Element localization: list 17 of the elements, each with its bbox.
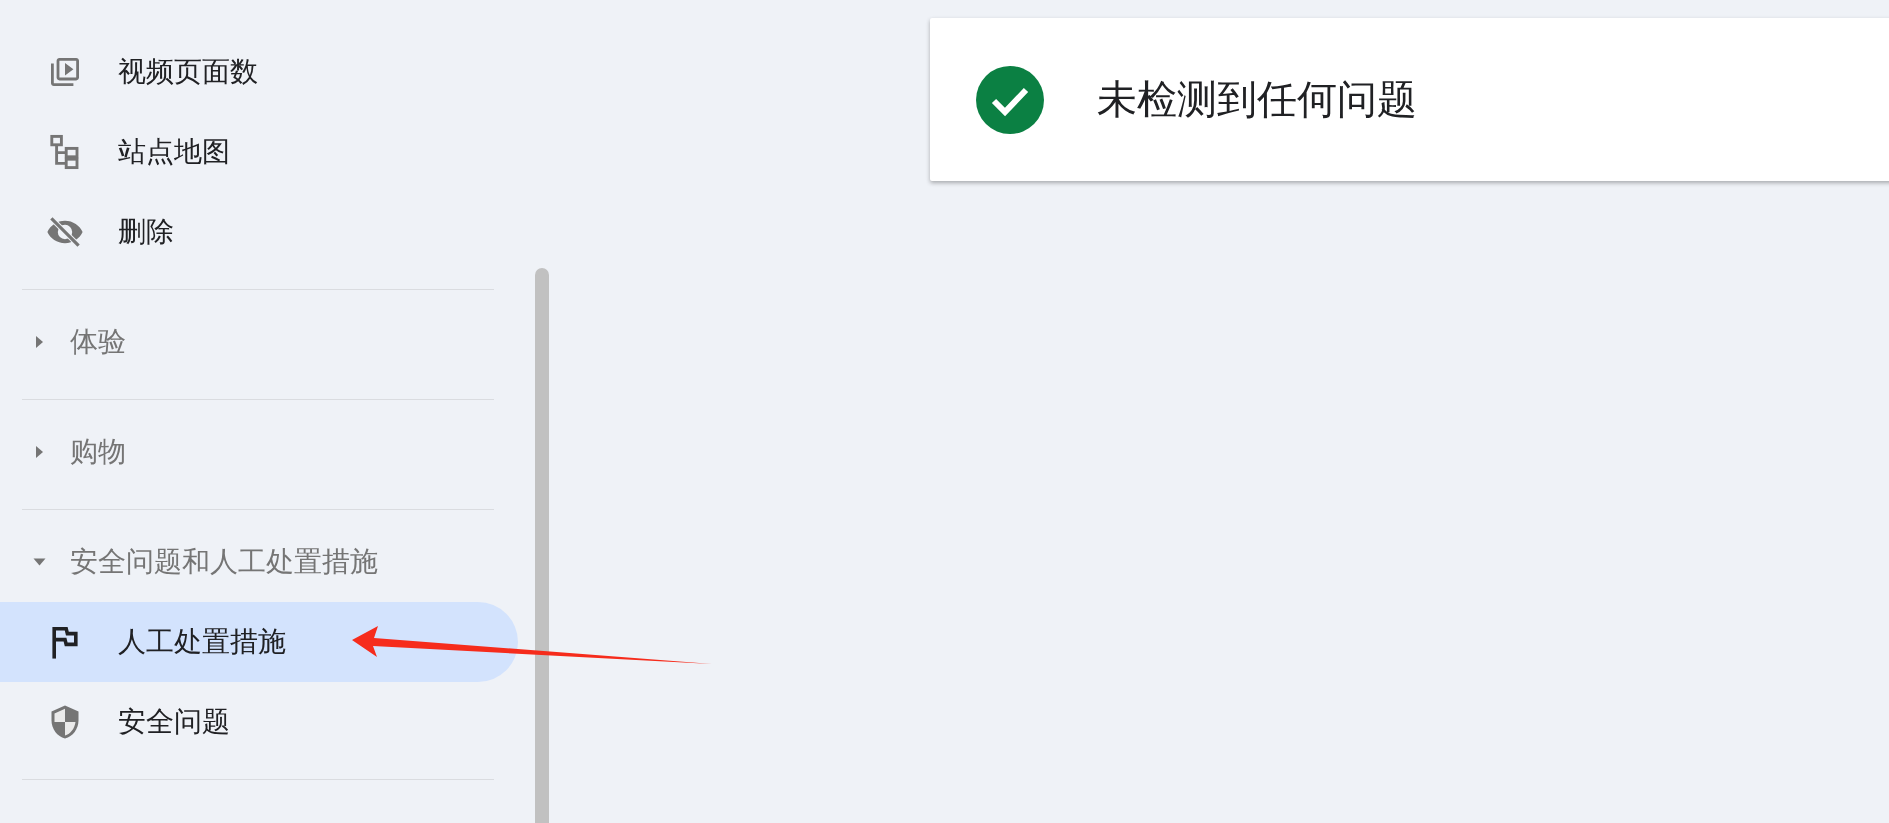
expand-arrow-icon	[36, 446, 43, 458]
expand-arrow-icon	[33, 558, 46, 566]
expand-arrow-icon	[36, 336, 43, 348]
sitemap-icon	[49, 134, 81, 170]
sidebar-item[interactable]: 安全问题	[0, 682, 518, 762]
section-header[interactable]: 安全问题和人工处置措施	[0, 522, 494, 602]
sidebar-item[interactable]: 站点地图	[0, 112, 518, 192]
video-icon	[48, 55, 82, 89]
sidebar-item[interactable]: 视频页面数	[0, 32, 518, 112]
sidebar-item[interactable]: 删除	[0, 192, 518, 272]
check-circle-icon	[976, 65, 1044, 134]
status-message: 未检测到任何问题	[1097, 75, 1417, 124]
section-header[interactable]: 体验	[0, 302, 494, 382]
flag-icon	[50, 625, 80, 659]
section-header[interactable]: 购物	[0, 412, 494, 492]
scrollbar-thumb[interactable]	[535, 268, 549, 823]
sidebar-item[interactable]: 人工处置措施	[0, 602, 518, 682]
